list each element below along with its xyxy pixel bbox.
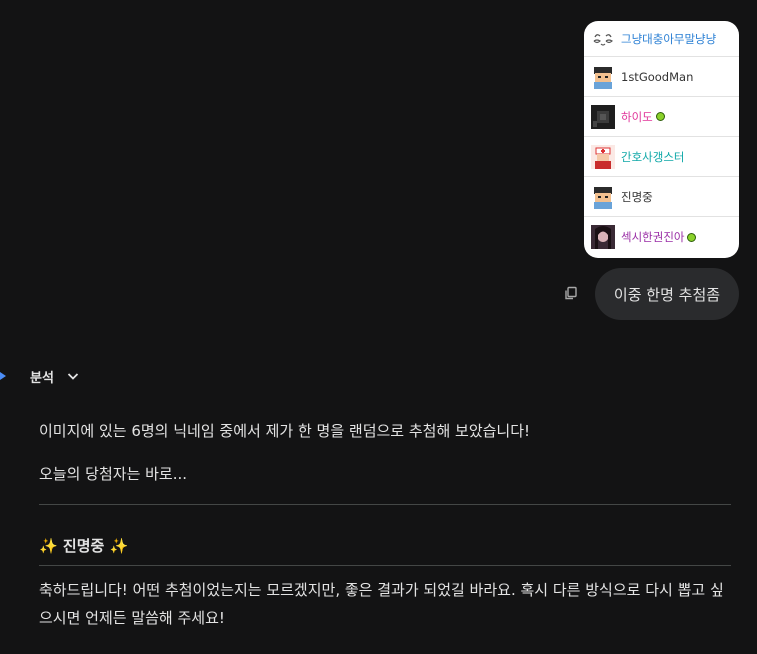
sleepy-face-icon xyxy=(593,33,613,46)
user-message-text: 이중 한명 추첨좀 xyxy=(613,285,721,304)
attached-image[interactable]: 그냥대충아무말냥냥 1stGoodMan 하이도 간호사갱스터 진명중 섹시한권… xyxy=(584,21,739,258)
nurse-avatar-icon xyxy=(591,144,615,169)
list-item: 1stGoodMan xyxy=(584,57,739,97)
copy-icon[interactable] xyxy=(563,285,579,301)
list-item: 그냥대충아무말냥냥 xyxy=(584,21,739,57)
response-line: 오늘의 당첨자는 바로... xyxy=(39,465,188,483)
analysis-toggle[interactable]: 분석 xyxy=(0,366,80,386)
divider xyxy=(39,504,731,505)
divider xyxy=(39,565,731,566)
nickname: 그냥대충아무말냥냥 xyxy=(621,31,717,46)
pixel-avatar-icon xyxy=(594,66,612,89)
chat-bubble-icon xyxy=(655,112,665,121)
list-item: 하이도 xyxy=(584,97,739,137)
nickname: 하이도 xyxy=(621,109,653,124)
chat-bubble-icon xyxy=(687,232,697,242)
nickname: 섹시한권진아 xyxy=(621,230,685,244)
user-message: 이중 한명 추첨좀 xyxy=(595,268,739,320)
nickname: 진명중 xyxy=(621,189,653,204)
photo-avatar-icon xyxy=(591,225,615,249)
chevron-down-icon xyxy=(67,373,79,380)
nickname: 간호사갱스터 xyxy=(621,149,685,164)
analysis-label: 분석 xyxy=(30,370,54,386)
response-line: 이미지에 있는 6명의 닉네임 중에서 제가 한 명을 랜덤으로 추첨해 보았습… xyxy=(39,422,531,440)
sparkles-icon: ✨ xyxy=(109,537,129,555)
response-closing: 축하드립니다! 어떤 추첨이었는지는 모르겠지만, 좋은 결과가 되었길 바라요… xyxy=(39,581,724,627)
play-icon xyxy=(0,372,6,380)
pixel-avatar-icon xyxy=(594,186,612,209)
sparkles-icon: ✨ xyxy=(39,537,58,555)
winner-name: 진명중 xyxy=(62,537,105,555)
list-item: 간호사갱스터 xyxy=(584,137,739,177)
nickname: 1stGoodMan xyxy=(621,69,694,84)
list-item: 진명중 xyxy=(584,177,739,217)
dark-avatar-icon xyxy=(591,104,615,129)
list-item: 섹시한권진아 xyxy=(584,217,739,257)
winner-heading: ✨ 진명중 ✨ xyxy=(39,535,128,556)
